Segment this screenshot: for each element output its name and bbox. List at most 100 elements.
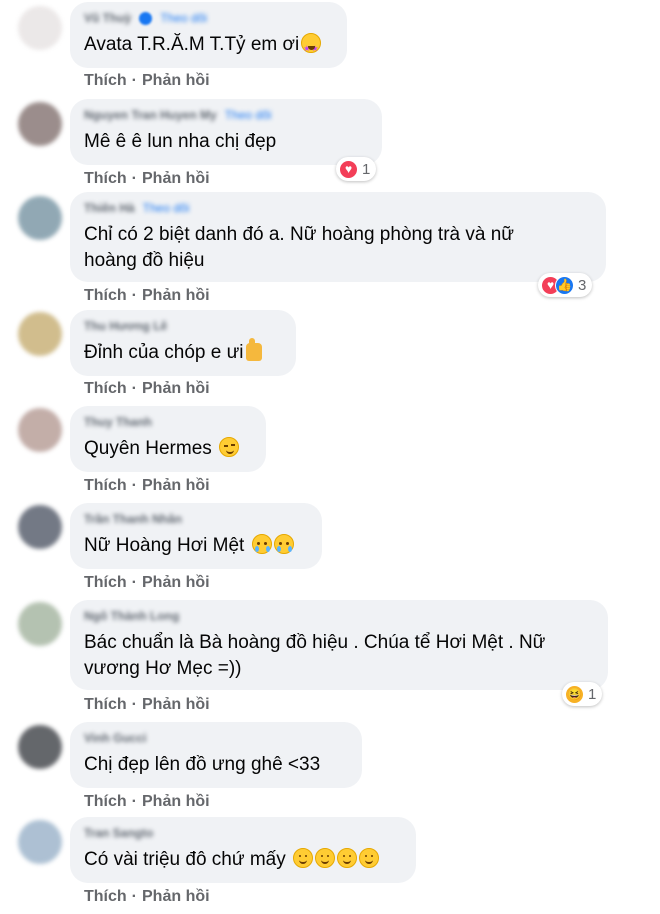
verified-badge-icon	[139, 11, 153, 25]
comment-text-content: Có vài triệu đô chứ mấy	[84, 849, 286, 870]
comment-actions: Thích · Phản hồi	[84, 477, 210, 495]
comment-bubble: Thuy Thanh Quyên Hermes	[70, 406, 266, 472]
comment-text: Đỉnh của chóp e ưi	[84, 338, 282, 366]
commenter-name[interactable]: Vinh Gucci	[84, 731, 146, 745]
comment-text: Nữ Hoàng Hơi Mệt	[84, 533, 308, 559]
smiling-face-emoji-icon	[315, 848, 336, 868]
like-link[interactable]: Thích	[84, 170, 127, 188]
comment-bubble: Vinh Gucci Chị đẹp lên đồ ưng ghê <33	[70, 722, 362, 788]
separator: ·	[131, 287, 137, 304]
commenter-name[interactable]: Trần Thanh Nhân	[84, 512, 182, 526]
like-link[interactable]: Thích	[84, 287, 127, 305]
comment-actions: Thích · Phản hồi	[84, 888, 210, 906]
separator: ·	[131, 888, 137, 905]
like-link[interactable]: Thích	[84, 380, 127, 398]
comment-actions: Thích · Phản hồi	[84, 696, 210, 714]
comment-text: Có vài triệu đô chứ mấy	[84, 847, 402, 873]
reply-link[interactable]: Phản hồi	[142, 477, 210, 495]
follow-link[interactable]: Theo dõi	[225, 108, 272, 122]
avatar[interactable]	[18, 505, 62, 549]
separator: ·	[131, 170, 137, 187]
haha-reaction-icon: 😆	[565, 684, 584, 704]
comment-bubble: Tran Sangto Có vài triệu đô chứ mấy	[70, 817, 416, 883]
reply-link[interactable]: Phản hồi	[142, 170, 210, 188]
comment-text-content: Đỉnh của chóp e ưi	[84, 342, 244, 363]
commenter-name[interactable]: Thuy Thanh	[84, 415, 152, 429]
comment-text: Avata T.R.Ă.M T.Tỷ em ơi	[84, 32, 333, 62]
avatar[interactable]	[18, 102, 62, 146]
reply-link[interactable]: Phản hồi	[142, 72, 210, 90]
smiling-face-emoji-icon	[293, 848, 314, 868]
comment-actions: Thích · Phản hồi	[84, 380, 210, 398]
love-reaction-icon: ♥	[339, 159, 358, 179]
commenter-name[interactable]: Thiên Hà	[84, 201, 135, 215]
comment-actions: Thích · Phản hồi	[84, 72, 210, 90]
comment-text: Chị đẹp lên đồ ưng ghê <33	[84, 754, 321, 775]
winking-face-emoji-icon	[219, 437, 240, 457]
avatar[interactable]	[18, 196, 62, 240]
reaction-summary[interactable]: 😆 1	[562, 682, 603, 706]
reaction-count: 3	[578, 276, 587, 294]
comment-actions: Thích · Phản hồi	[84, 574, 210, 592]
smiling-face-emoji-icon	[359, 848, 380, 868]
like-link[interactable]: Thích	[84, 477, 127, 495]
like-link[interactable]: Thích	[84, 696, 127, 714]
comment-actions: Thích · Phản hồi	[84, 170, 210, 188]
follow-link[interactable]: Theo dõi	[160, 11, 207, 25]
like-link[interactable]: Thích	[84, 574, 127, 592]
commenter-name[interactable]: Tran Sangto	[84, 826, 153, 840]
avatar[interactable]	[18, 408, 62, 452]
comment-actions: Thích · Phản hồi	[84, 287, 210, 305]
reaction-count: 1	[588, 685, 597, 703]
separator: ·	[131, 696, 137, 713]
tearful-face-emoji-icon	[273, 534, 294, 554]
avatar[interactable]	[18, 820, 62, 864]
comment-bubble: Nguyen Tran Huyen My Theo dõi Mê ê ê lun…	[70, 99, 382, 165]
comment-actions: Thích · Phản hồi	[84, 793, 210, 811]
like-link[interactable]: Thích	[84, 793, 127, 811]
commenter-name[interactable]: Ngô Thành Long	[84, 609, 179, 623]
comment-text-line: Chỉ có 2 biệt danh đó a. Nữ hoàng phòng …	[84, 224, 515, 245]
reaction-count: 1	[362, 160, 371, 178]
reply-link[interactable]: Phản hồi	[142, 574, 210, 592]
like-reaction-icon: 👍	[555, 275, 574, 295]
comment-text-line: vương Hơ Mẹc =))	[84, 658, 242, 679]
separator: ·	[131, 574, 137, 591]
comment-bubble: Thu Hương Lê Đỉnh của chóp e ưi	[70, 310, 296, 376]
comment-text-content: Avata T.R.Ă.M T.Tỷ em ơi	[84, 34, 300, 55]
comment-bubble: Vũ Thuỳ Theo dõi Avata T.R.Ă.M T.Tỷ em ơ…	[70, 2, 347, 68]
comment-text-line: hoàng đồ hiệu	[84, 250, 205, 271]
reply-link[interactable]: Phản hồi	[142, 888, 210, 906]
comment-text: Mê ê ê lun nha chị đẹp	[84, 131, 277, 152]
commenter-name[interactable]: Thu Hương Lê	[84, 319, 167, 333]
avatar[interactable]	[18, 6, 62, 50]
follow-link[interactable]: Theo dõi	[143, 201, 190, 215]
reply-link[interactable]: Phản hồi	[142, 793, 210, 811]
reply-link[interactable]: Phản hồi	[142, 380, 210, 398]
like-link[interactable]: Thích	[84, 72, 127, 90]
separator: ·	[131, 380, 137, 397]
like-link[interactable]: Thích	[84, 888, 127, 906]
thumbs-up-emoji-icon	[245, 338, 262, 361]
tearful-face-emoji-icon	[251, 534, 272, 554]
avatar[interactable]	[18, 725, 62, 769]
comment-bubble: Thiên Hà Theo dõi Chỉ có 2 biệt danh đó …	[70, 192, 606, 282]
comment-text-content: Quyên Hermes	[84, 438, 212, 459]
avatar[interactable]	[18, 312, 62, 356]
separator: ·	[131, 793, 137, 810]
separator: ·	[131, 477, 137, 494]
separator: ·	[131, 72, 137, 89]
reaction-summary[interactable]: ♥ 👍 3	[538, 273, 593, 297]
star-struck-emoji-icon	[301, 33, 322, 62]
reply-link[interactable]: Phản hồi	[142, 696, 210, 714]
smiling-face-emoji-icon	[337, 848, 358, 868]
comment-bubble: Trần Thanh Nhân Nữ Hoàng Hơi Mệt	[70, 503, 322, 569]
avatar[interactable]	[18, 602, 62, 646]
commenter-name[interactable]: Vũ Thuỳ	[84, 11, 131, 25]
comment-text: Quyên Hermes	[84, 436, 252, 462]
comment-bubble: Ngô Thành Long Bác chuẩn là Bà hoàng đồ …	[70, 600, 608, 690]
commenter-name[interactable]: Nguyen Tran Huyen My	[84, 108, 217, 122]
comment-text-content: Nữ Hoàng Hơi Mệt	[84, 535, 245, 556]
reply-link[interactable]: Phản hồi	[142, 287, 210, 305]
reaction-summary[interactable]: ♥ 1	[336, 157, 377, 181]
